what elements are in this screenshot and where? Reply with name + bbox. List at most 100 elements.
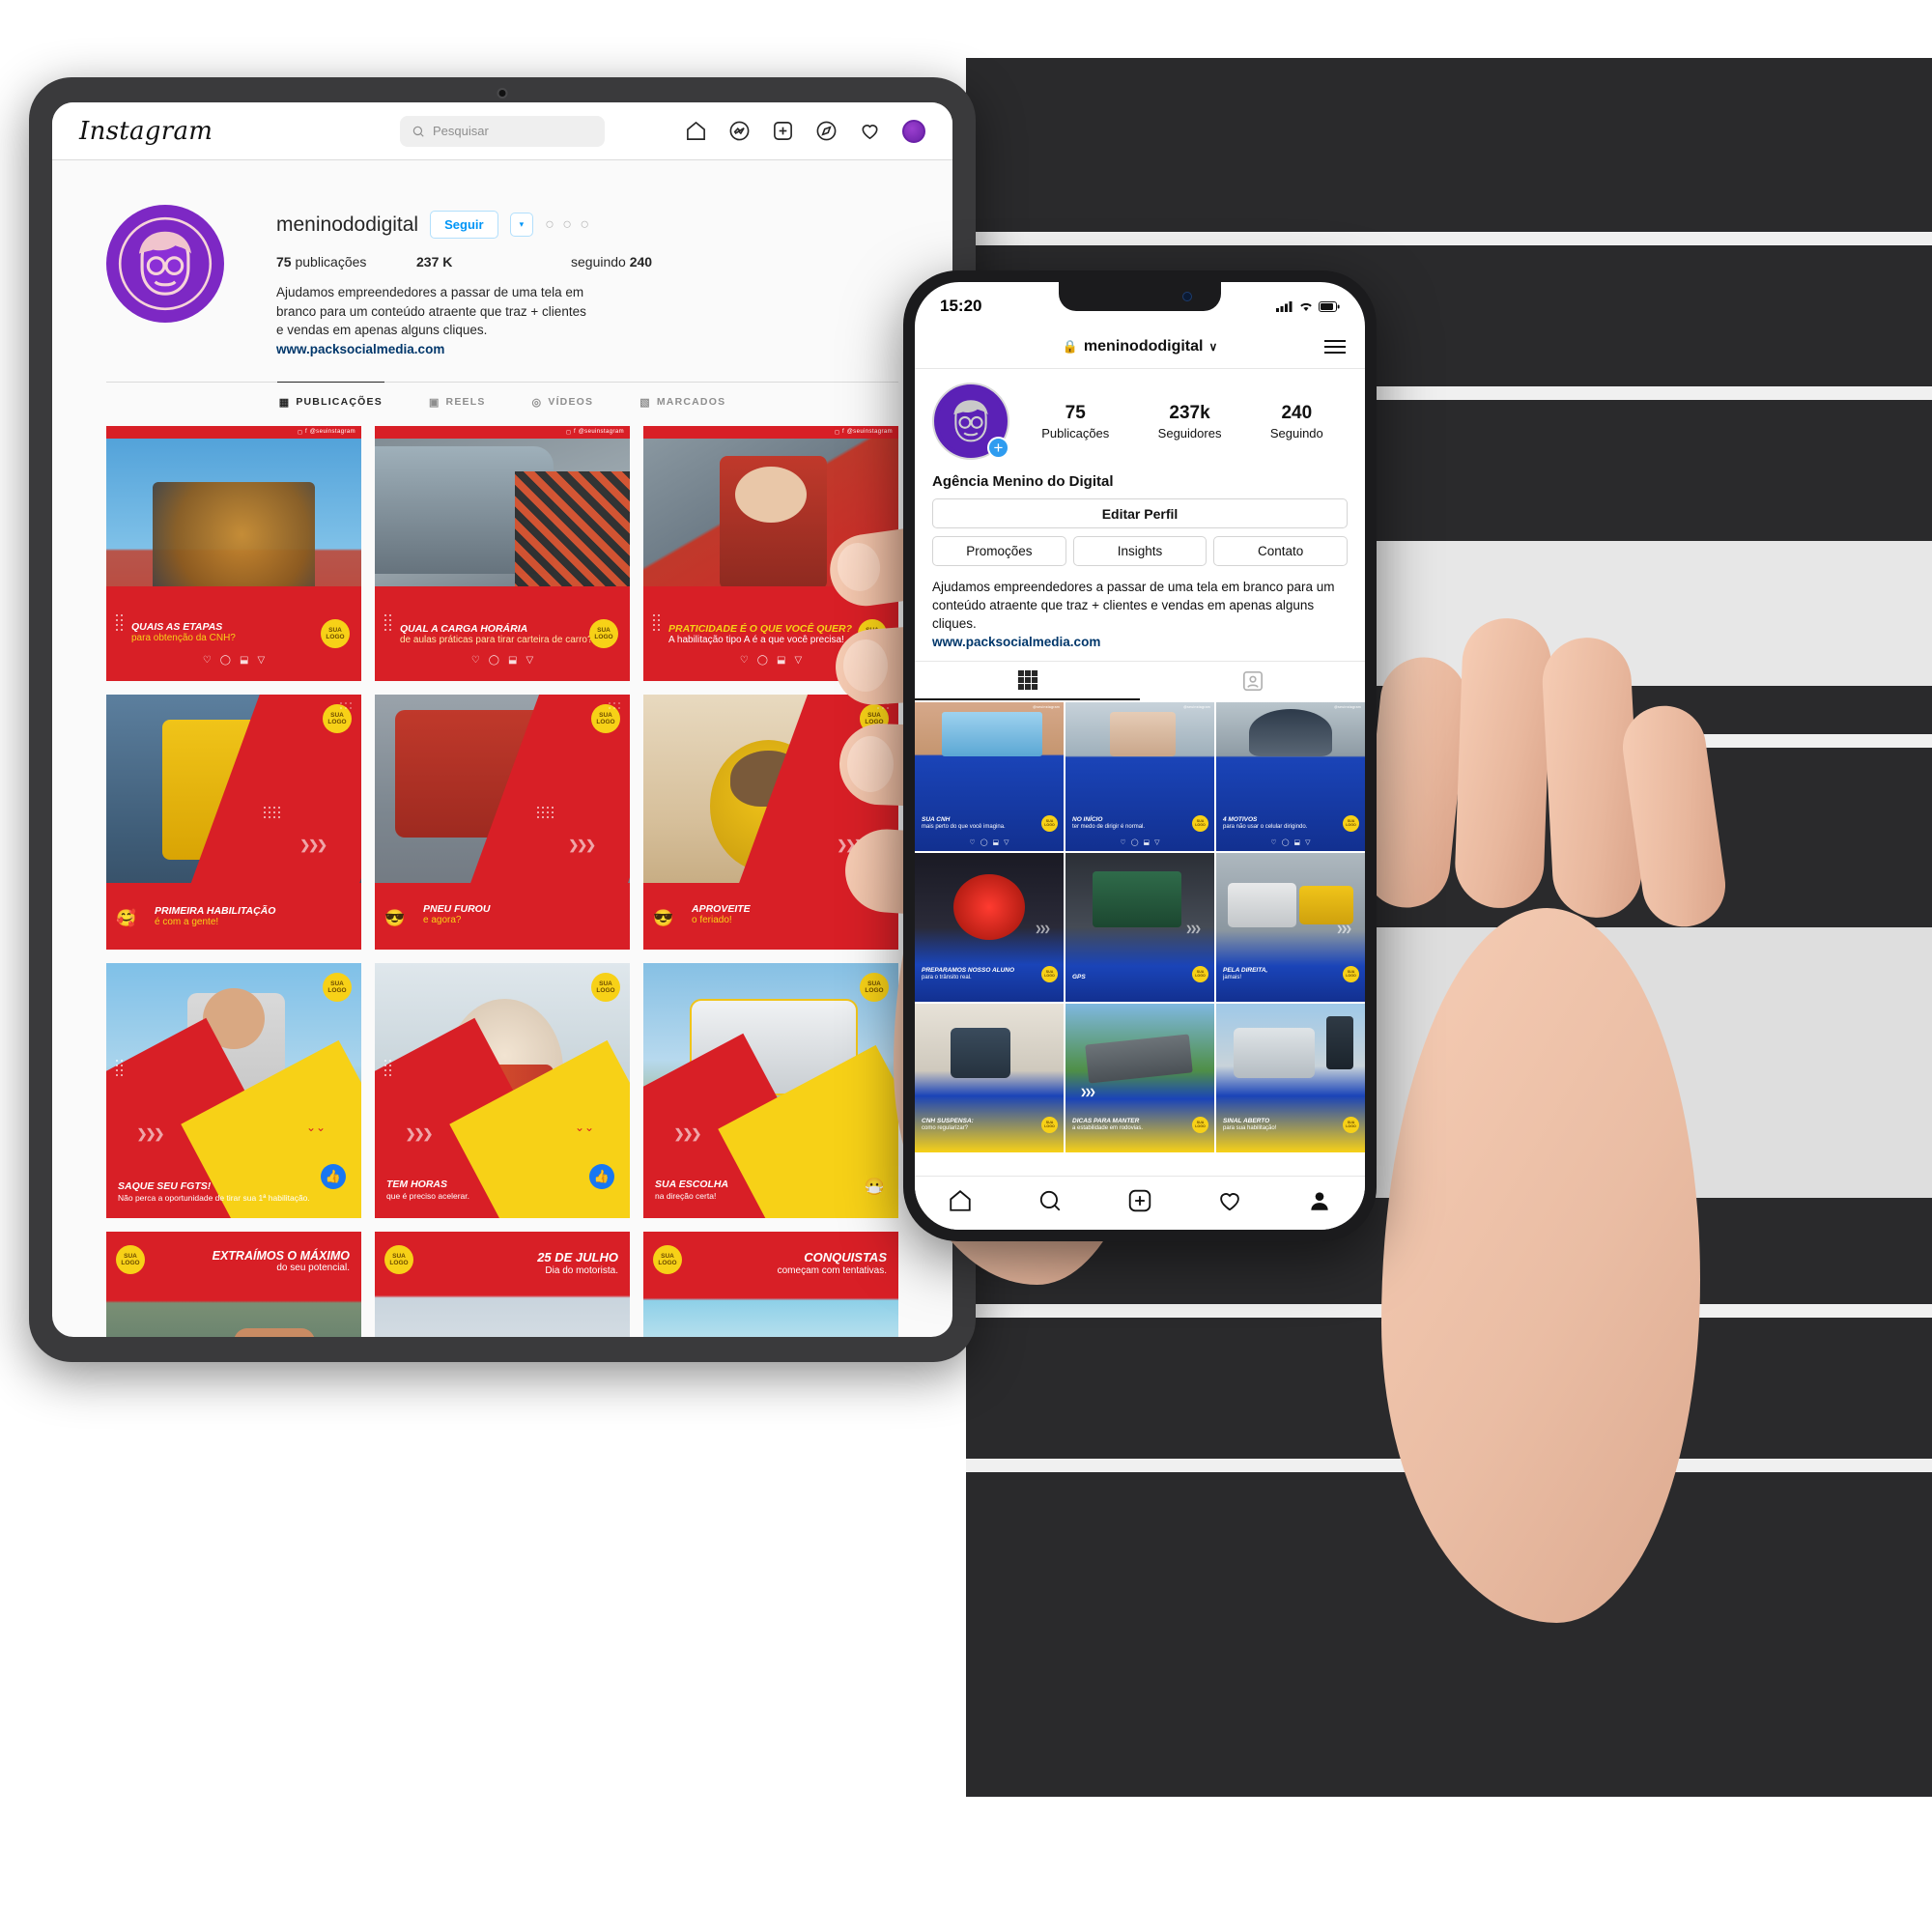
heart-icon: ♡ — [1120, 839, 1126, 847]
post-header-bar: @seuinstagram — [1216, 702, 1365, 711]
post-item[interactable]: 25 DE JULHO Dia do motorista. SUALOGO ◻f… — [375, 1231, 630, 1337]
activity-heart-icon[interactable] — [859, 120, 881, 142]
post-item[interactable]: @seuinstagram NO INÍCIO ter medo de diri… — [1065, 702, 1214, 852]
nav-profile-avatar[interactable] — [902, 119, 925, 143]
phone-bio-link[interactable]: www.packsocialmedia.com — [932, 635, 1348, 649]
tab-grid[interactable] — [915, 662, 1140, 701]
post-subtitle: e agora? — [423, 914, 462, 925]
profile-icon[interactable] — [1307, 1188, 1332, 1213]
follow-dropdown-button[interactable]: ▾ — [509, 213, 534, 237]
post-title: QUAIS AS ETAPAS — [131, 620, 223, 633]
post-subtitle: que é preciso acelerar. — [386, 1190, 469, 1201]
fb-mini-icon: f — [574, 429, 576, 436]
comment-icon: ◯ — [1130, 839, 1139, 847]
stat-followers[interactable]: 237k Seguidores — [1158, 403, 1222, 440]
post-title: 25 DE JULHO — [537, 1249, 618, 1264]
lock-icon: 🔒 — [1062, 338, 1078, 354]
stat-followers[interactable]: 237 K — [416, 254, 571, 270]
tab-tagged[interactable] — [1140, 662, 1365, 700]
post-item[interactable]: ❯❯❯ ⌄⌄ TEM HORAS que é preciso acelerar.… — [375, 962, 630, 1218]
tab-reels[interactable]: ▣ REELS — [427, 382, 488, 420]
stat-posts[interactable]: 75 Publicações — [1041, 403, 1109, 440]
profile-header: meninododigital Seguir ▾ ○ ○ ○ 75 public… — [52, 160, 952, 356]
post-item[interactable]: ❯❯❯ ⌄⌄ SAQUE SEU FGTS! Não perca a oport… — [106, 962, 361, 1218]
post-title: SUA CNH — [922, 816, 951, 824]
sua-logo-badge: SUALOGO — [323, 972, 352, 1002]
post-subtitle: a estabilidade em rodovias. — [1072, 1124, 1144, 1131]
tab-marcados[interactable]: ▧ MARCADOS — [638, 382, 727, 420]
post-caption: PELA DIREITA, jamais! — [1223, 967, 1267, 980]
tab-publicacoes[interactable]: ▦ PUBLICAÇÕES — [276, 381, 384, 420]
fb-mini-icon: f — [305, 429, 307, 436]
post-item[interactable]: ◻ f @seuinstagram QUAL A CARGA HORÁRIA de … — [375, 425, 630, 681]
instagram-nav — [685, 119, 925, 143]
promocoes-button[interactable]: Promoções — [932, 536, 1066, 566]
search-input[interactable]: Pesquisar — [400, 115, 605, 147]
heart-icon[interactable] — [1217, 1188, 1242, 1213]
save-icon: ⬓ — [992, 839, 1000, 847]
save-icon: ⬓ — [1143, 839, 1151, 847]
tab-videos[interactable]: ◎ VÍDEOS — [530, 382, 596, 420]
stat-following[interactable]: seguindo 240 — [571, 254, 652, 270]
phone-username-title[interactable]: 🔒 meninododigital ∨ — [1063, 338, 1218, 355]
comment-icon: ◯ — [1281, 839, 1290, 847]
post-caption: CNH SUSPENSA: como regularizar? — [922, 1118, 974, 1131]
post-caption: 4 MOTIVOS para não usar o celular dirigi… — [1223, 816, 1307, 830]
search-icon[interactable] — [1037, 1188, 1063, 1213]
follow-button[interactable]: Seguir — [430, 211, 498, 239]
post-watermark: @seuinstagram — [1033, 704, 1060, 709]
instagram-logo[interactable]: Instagram — [79, 117, 213, 146]
post-subtitle: Dia do motorista. — [545, 1264, 618, 1276]
post-item[interactable]: SINAL ABERTO para sua habilitação! SUA LO… — [1216, 1004, 1365, 1153]
tab-label: MARCADOS — [656, 396, 726, 409]
post-grid: ◻ f @seuinstagram QUAIS AS ETAPAS para obt… — [106, 425, 898, 1337]
post-caption: SINAL ABERTO para sua habilitação! — [1223, 1118, 1276, 1131]
phone-profile-avatar[interactable]: + — [932, 383, 1009, 460]
home-icon[interactable] — [685, 120, 707, 142]
post-item[interactable]: ❯❯❯ 😎 PNEU FUROU e agora? SUA LOGO — [375, 694, 630, 950]
profile-info: meninododigital Seguir ▾ ○ ○ ○ 75 public… — [276, 205, 898, 356]
profile-bio: Ajudamos empreendedores a passar de uma … — [276, 285, 586, 338]
status-bar: 15:20 — [915, 282, 1365, 325]
new-post-icon[interactable] — [772, 120, 794, 142]
profile-options-icon[interactable]: ○ ○ ○ — [545, 216, 591, 234]
stat-value: 240 — [1281, 402, 1313, 423]
phone-bottom-nav — [915, 1176, 1365, 1230]
edit-profile-button[interactable]: Editar Perfil — [932, 498, 1348, 528]
add-post-icon[interactable] — [1127, 1188, 1152, 1213]
insights-button[interactable]: Insights — [1072, 536, 1208, 566]
profile-link[interactable]: www.packsocialmedia.com — [276, 342, 898, 356]
post-item[interactable]: ❯❯❯ GPS SUA LOGO — [1065, 853, 1214, 1003]
post-item[interactable]: @seuinstagram SUA CNH mais perto do que … — [915, 702, 1064, 852]
add-story-plus-icon[interactable]: + — [987, 437, 1009, 459]
profile-username: meninododigital — [276, 213, 419, 236]
home-icon[interactable] — [948, 1188, 973, 1213]
sua-logo-badge: SUALOGO — [384, 1244, 413, 1274]
post-item[interactable]: ◻ f @seuinstagram QUAIS AS ETAPAS para obt… — [106, 425, 361, 681]
hamburger-icon[interactable] — [1324, 339, 1346, 354]
save-icon: ⬓ — [777, 654, 786, 666]
post-item[interactable]: ❯❯❯ DICAS PARA MANTER a estabilidade em … — [1065, 1004, 1214, 1153]
post-title: NO INÍCIO — [1072, 816, 1103, 824]
messenger-icon[interactable] — [728, 120, 751, 142]
post-item[interactable]: CNH SUSPENSA: como regularizar? SUA LOGO — [915, 1004, 1064, 1153]
contato-button[interactable]: Contato — [1213, 536, 1349, 566]
tab-label: PUBLICAÇÕES — [296, 396, 383, 409]
save-icon: ⬓ — [508, 654, 518, 666]
post-item[interactable]: @seuinstagram 4 MOTIVOS para não usar o … — [1216, 702, 1365, 852]
post-title: GPS — [1072, 974, 1086, 981]
post-title: DICAS PARA MANTER — [1072, 1118, 1140, 1125]
explore-icon[interactable] — [815, 120, 838, 142]
profile-tabs: ▦ PUBLICAÇÕES ▣ REELS ◎ VÍDEOS ▧ MARCADO… — [106, 381, 898, 420]
post-item[interactable]: ❯❯❯ 🥰 PRIMEIRA HABILITAÇÃO é com a gente… — [106, 694, 361, 950]
grid-icon — [1017, 670, 1037, 691]
sua-logo-badge: SUALOGO — [321, 618, 350, 648]
post-item[interactable]: ❯❯❯ PELA DIREITA, jamais! SUA LOGO — [1216, 853, 1365, 1003]
profile-avatar[interactable] — [106, 205, 224, 323]
post-item[interactable]: EXTRAÍMOS O MÁXIMO do seu potencial. SUA… — [106, 1231, 361, 1337]
post-watermark: @seuinstagram — [578, 429, 624, 436]
post-header-bar: ◻ f @seuinstagram — [375, 425, 630, 439]
profile-stats: 75 publicações 237 K seguindo 240 — [276, 254, 898, 270]
post-item[interactable]: ❯❯❯ PREPARAMOS NOSSO ALUNO para o trânsi… — [915, 853, 1064, 1003]
stat-following[interactable]: 240 Seguindo — [1270, 403, 1323, 440]
